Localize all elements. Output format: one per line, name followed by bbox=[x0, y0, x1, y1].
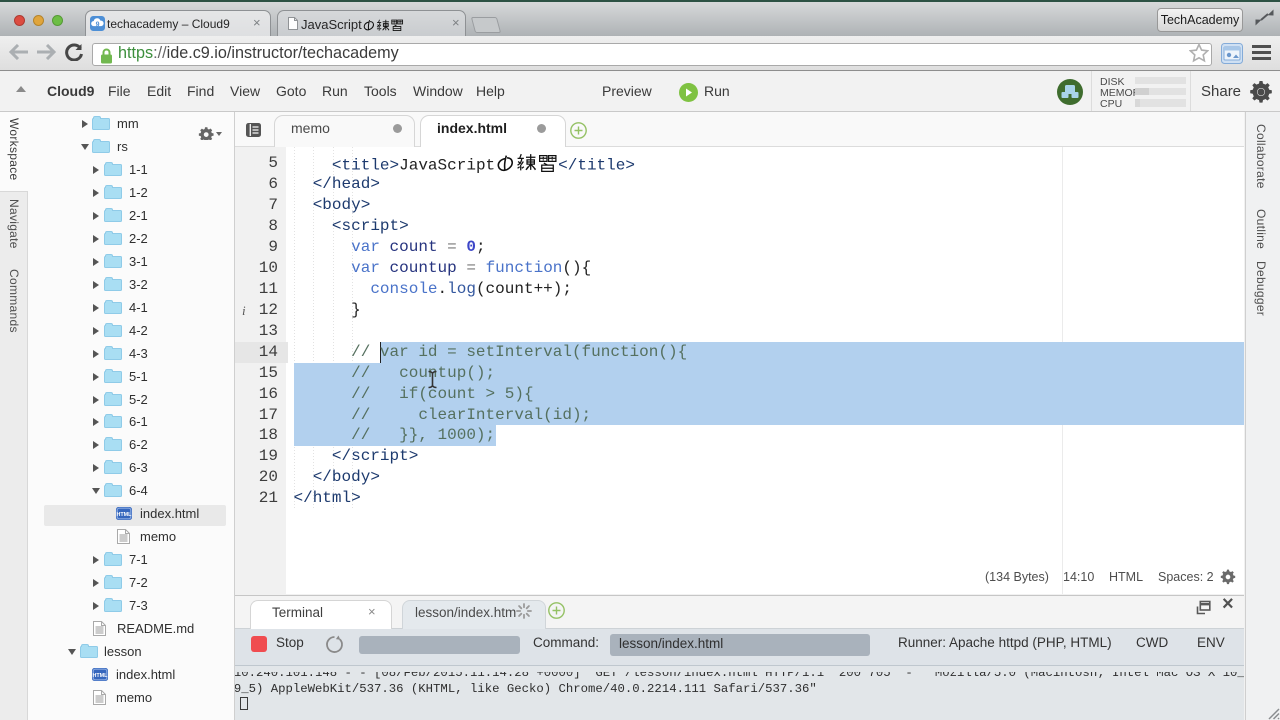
svg-text:9: 9 bbox=[96, 21, 100, 28]
svg-text:HTML: HTML bbox=[93, 673, 108, 679]
svg-text:HTML: HTML bbox=[117, 512, 132, 518]
